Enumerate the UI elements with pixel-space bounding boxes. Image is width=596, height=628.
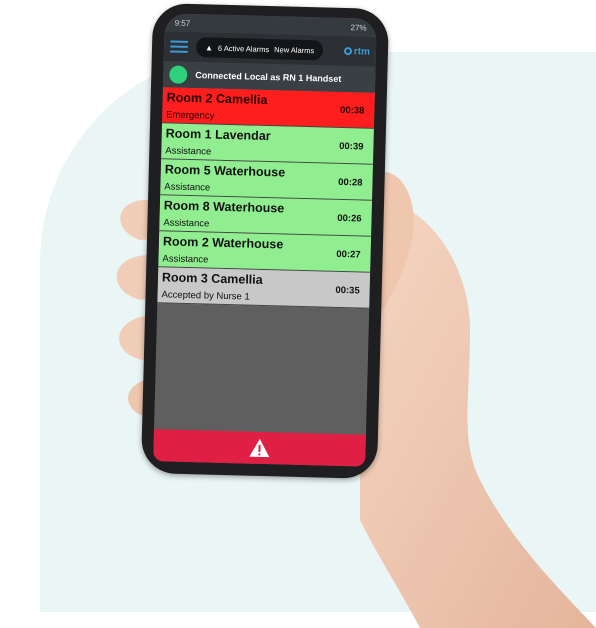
- alarm-time: 00:26: [337, 212, 362, 225]
- warning-triangle-icon: [249, 438, 270, 458]
- new-alarms-label: New Alarms: [274, 44, 315, 55]
- alert-button[interactable]: [153, 429, 366, 467]
- hamburger-icon[interactable]: [169, 40, 189, 53]
- bell-icon: ▲: [204, 42, 214, 53]
- phone-screen: 9:57 27% ▲ 6 Active Alarms New Alarms rt…: [153, 13, 377, 467]
- active-alarm-count: 6 Active Alarms: [217, 43, 270, 54]
- alarm-status: Emergency: [166, 109, 215, 122]
- status-time: 9:57: [174, 18, 191, 28]
- logo-text: rtm: [353, 45, 371, 58]
- active-alarms-pill[interactable]: ▲ 6 Active Alarms New Alarms: [195, 37, 324, 61]
- alarm-time: 00:35: [335, 284, 360, 297]
- logo-mark: [343, 47, 352, 56]
- connection-indicator: [169, 65, 188, 84]
- alarm-time: 00:27: [336, 248, 361, 261]
- alarm-time: 00:39: [339, 140, 364, 153]
- alarm-status: Assistance: [163, 217, 210, 230]
- alarm-list: Room 2 Camellia Emergency 00:38 Room 1 L…: [157, 87, 375, 309]
- alarm-row[interactable]: Room 5 Waterhouse Assistance 00:28: [160, 159, 374, 201]
- status-battery: 27%: [350, 22, 367, 33]
- alarm-row[interactable]: Room 8 Waterhouse Assistance 00:26: [159, 195, 373, 237]
- alarm-row[interactable]: Room 2 Camellia Emergency 00:38: [162, 87, 375, 129]
- alarm-row[interactable]: Room 2 Waterhouse Assistance 00:27: [158, 231, 372, 273]
- connection-text: Connected Local as RN 1 Handset: [195, 70, 342, 84]
- alarm-status: Assistance: [162, 253, 209, 266]
- alarm-time: 00:28: [338, 176, 363, 189]
- brand-logo: rtm: [343, 45, 371, 58]
- alarm-row[interactable]: Room 3 Camellia Accepted by Nurse 1 00:3…: [157, 267, 371, 309]
- alarm-status: Accepted by Nurse 1: [161, 289, 250, 303]
- alarm-status: Assistance: [165, 145, 212, 158]
- alarm-status: Assistance: [164, 181, 211, 194]
- alarm-time: 00:38: [339, 104, 365, 117]
- alarm-row[interactable]: Room 1 Lavendar Assistance 00:39: [161, 123, 374, 165]
